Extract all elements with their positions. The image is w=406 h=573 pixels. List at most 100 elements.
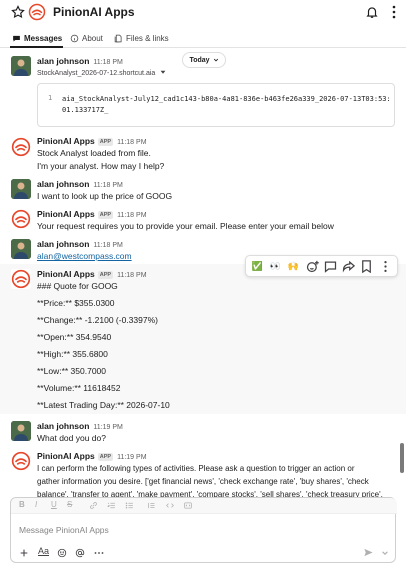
code-icon[interactable]: [165, 501, 175, 510]
share-icon[interactable]: [341, 259, 356, 274]
sender-name[interactable]: alan johnson: [37, 179, 89, 189]
timestamp[interactable]: 11:18 PM: [117, 212, 146, 219]
underline-button[interactable]: U: [51, 500, 57, 509]
tab-label: About: [82, 33, 103, 43]
scrollbar-thumb[interactable]: [400, 443, 404, 473]
quote-high: **High:** 355.6800: [37, 349, 108, 359]
tab-label: Messages: [24, 33, 63, 43]
avatar[interactable]: [11, 137, 31, 157]
avatar[interactable]: [11, 179, 31, 199]
eyes-icon[interactable]: 👀: [268, 259, 283, 274]
avatar[interactable]: [11, 269, 31, 289]
more-composer-icon[interactable]: [94, 551, 104, 555]
chevron-down-icon: [213, 58, 218, 62]
message-text: What dod you do?: [37, 433, 106, 443]
message-header: alan johnson 11:18 PM: [37, 56, 123, 66]
sender-name[interactable]: PinionAI Apps: [37, 209, 95, 219]
message-header: alan johnson 11:18 PM: [37, 239, 123, 249]
caret-down-icon[interactable]: [160, 69, 166, 75]
more-options-icon[interactable]: [389, 4, 399, 20]
quote-latest-trading-day: **Latest Trading Day:** 2026-07-10: [37, 400, 170, 410]
sender-name[interactable]: PinionAI Apps: [37, 136, 95, 146]
timestamp[interactable]: 11:18 PM: [93, 182, 122, 189]
bulleted-list-icon[interactable]: [125, 501, 134, 510]
quote-volume: **Volume:** 11618452: [37, 383, 121, 393]
timestamp[interactable]: 11:18 PM: [117, 272, 146, 279]
emoji-icon[interactable]: [57, 548, 67, 558]
user-avatar-icon: [11, 421, 31, 441]
quote-price: **Price:** $355.0300: [37, 298, 115, 308]
message-text: I'm your analyst. How may I help?: [37, 161, 165, 171]
app-logo-icon: [11, 209, 31, 229]
message-header: alan johnson 11:19 PM: [37, 421, 123, 431]
date-divider-pill[interactable]: Today: [182, 52, 226, 68]
text-format-button[interactable]: Aa: [38, 546, 49, 556]
raised-hands-icon[interactable]: 🙌: [286, 259, 301, 274]
file-name[interactable]: StockAnalyst_2026-07-12.shortcut.aia: [37, 69, 166, 77]
star-icon[interactable]: [11, 5, 25, 19]
active-tab-indicator: [10, 46, 63, 48]
blockquote-icon[interactable]: [147, 501, 156, 510]
tab-about[interactable]: About: [70, 31, 103, 45]
app-title[interactable]: PinionAI Apps: [53, 5, 135, 19]
info-icon: [70, 34, 79, 42]
message-text: I want to look up the price of GOOG: [37, 191, 173, 201]
message-text: balance', 'transfer to agent', 'make pay…: [37, 490, 383, 497]
message-text: Stock Analyst loaded from file.: [37, 148, 151, 158]
bold-button[interactable]: B: [19, 500, 25, 509]
channel-tabs: Messages About Files & links: [0, 28, 406, 48]
message-input[interactable]: Message PinionAI Apps: [19, 525, 109, 535]
message-header: alan johnson 11:18 PM: [37, 179, 123, 189]
avatar[interactable]: [11, 56, 31, 76]
sender-name[interactable]: PinionAI Apps: [37, 451, 95, 461]
italic-button[interactable]: I: [35, 500, 37, 509]
avatar[interactable]: [11, 421, 31, 441]
email-link[interactable]: alan@westcompass.com: [37, 251, 132, 261]
quote-low: **Low:** 350.7000: [37, 366, 107, 376]
tab-messages[interactable]: Messages: [12, 31, 62, 45]
ordered-list-icon[interactable]: [107, 501, 116, 510]
link-icon[interactable]: [89, 501, 98, 510]
timestamp[interactable]: 11:18 PM: [117, 139, 146, 146]
plus-icon[interactable]: [19, 548, 29, 558]
chevron-down-icon[interactable]: [381, 549, 389, 557]
app-badge: APP: [97, 138, 114, 146]
code-block-icon[interactable]: [183, 501, 193, 510]
sender-name[interactable]: alan johnson: [37, 239, 89, 249]
timestamp[interactable]: 11:18 PM: [93, 59, 122, 66]
avatar[interactable]: [11, 451, 31, 471]
timestamp[interactable]: 11:19 PM: [117, 454, 146, 461]
check-mark-icon[interactable]: ✅: [250, 259, 265, 274]
app-header: PinionAI Apps: [0, 0, 406, 26]
quote-change: **Change:** -1.2100 (-0.3397%): [37, 315, 158, 325]
app-logo-icon: [28, 3, 46, 21]
line-number: 1: [48, 94, 53, 102]
reply-in-thread-icon[interactable]: [323, 259, 338, 274]
send-icon[interactable]: [363, 547, 374, 558]
message-actions-toolbar: ✅ 👀 🙌: [245, 255, 398, 277]
code-snippet[interactable]: 1 aia_StockAnalyst-July12_cad1c143-b80a-…: [37, 83, 395, 127]
tab-label: Files & links: [126, 33, 169, 43]
message-composer: B I U S Message PinionAI Apps Aa: [10, 497, 397, 563]
avatar[interactable]: [11, 209, 31, 229]
sender-name[interactable]: alan johnson: [37, 421, 89, 431]
more-actions-icon[interactable]: [378, 259, 393, 274]
sender-name[interactable]: PinionAI Apps: [37, 269, 95, 279]
message-header: PinionAI Apps APP 11:18 PM: [37, 136, 147, 146]
message-header: PinionAI Apps APP 11:18 PM: [37, 269, 147, 279]
bell-icon[interactable]: [365, 5, 379, 19]
strikethrough-button[interactable]: S: [67, 500, 72, 509]
add-reaction-icon[interactable]: [305, 259, 320, 274]
user-avatar-icon: [11, 56, 31, 76]
bookmark-icon[interactable]: [359, 259, 374, 274]
message-text: gather information you desire. ['get fin…: [37, 477, 369, 486]
timestamp[interactable]: 11:18 PM: [93, 242, 122, 249]
formatting-toolbar: B I U S: [11, 498, 397, 514]
mention-icon[interactable]: [75, 548, 85, 558]
quote-heading: ### Quote for GOOG: [37, 281, 118, 291]
sender-name[interactable]: alan johnson: [37, 56, 89, 66]
timestamp[interactable]: 11:19 PM: [93, 424, 122, 431]
tab-files-links[interactable]: Files & links: [114, 31, 169, 45]
message-header: PinionAI Apps APP 11:18 PM: [37, 209, 147, 219]
avatar[interactable]: [11, 239, 31, 259]
